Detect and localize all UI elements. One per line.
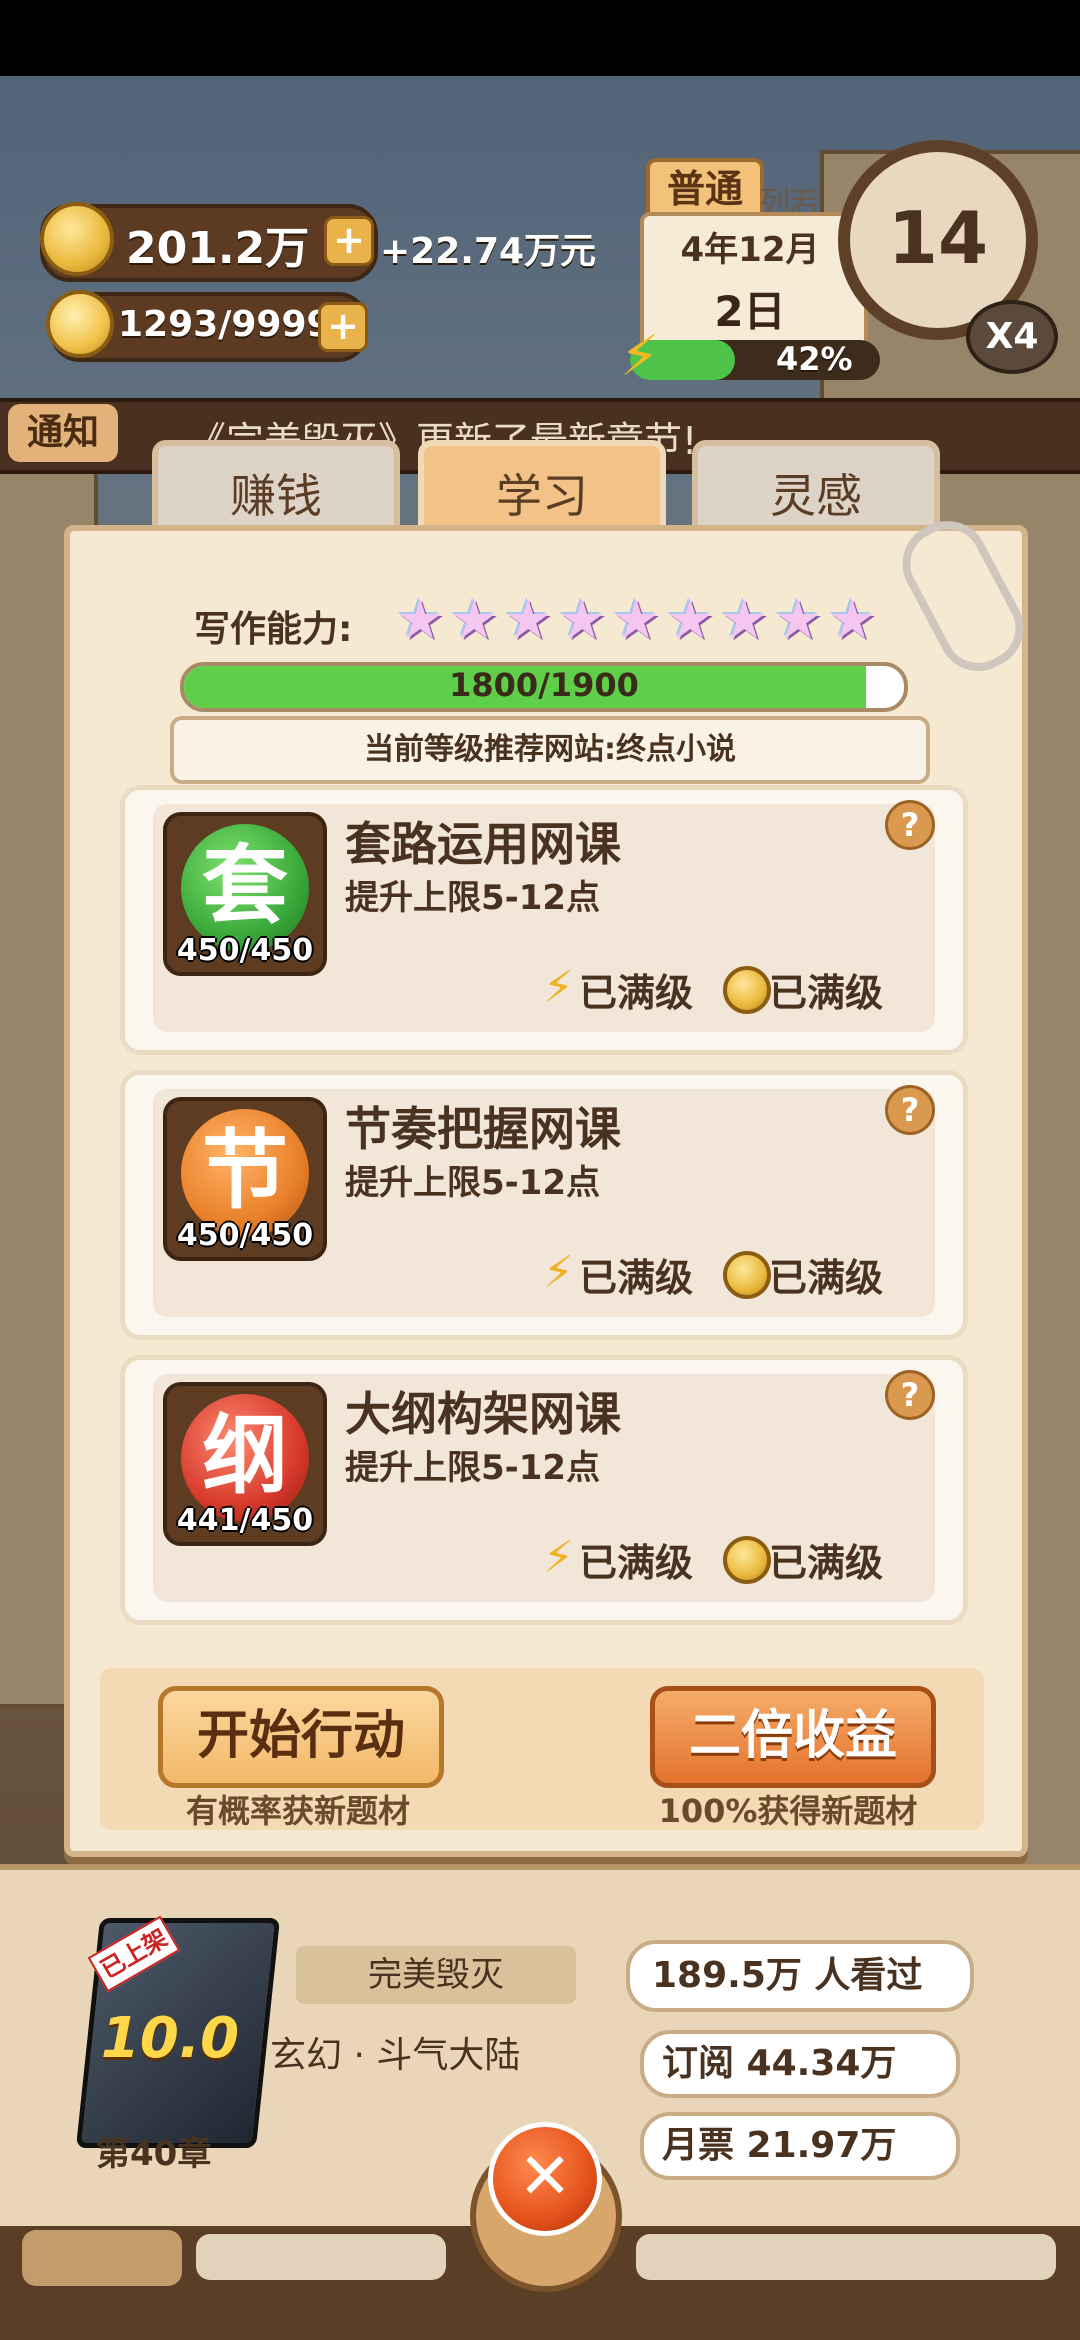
star-icon: ★ <box>666 588 715 651</box>
bottom-nav-slot[interactable] <box>636 2234 1056 2280</box>
start-action-button[interactable]: 开始行动 <box>158 1686 444 1788</box>
bottom-nav-slot[interactable] <box>22 2230 182 2286</box>
double-reward-button[interactable]: 二倍收益 <box>650 1686 936 1788</box>
double-reward-hint: 100%获得新题材 <box>658 1792 918 1830</box>
energy-icon: ⚡ <box>543 1532 574 1583</box>
star-icon: ★ <box>612 588 661 651</box>
time-energy-percent: 42% <box>776 340 853 378</box>
speed-button[interactable]: X4 <box>966 300 1058 374</box>
help-icon[interactable]: ? <box>885 800 935 850</box>
book-rating: 10.0 <box>100 2006 240 2071</box>
energy-count: 1293/9999 <box>118 304 332 345</box>
course-icon-frame[interactable]: 纲 441/450 <box>163 1382 327 1546</box>
coin-status: 已满级 <box>769 971 884 1015</box>
energy-status: 已满级 <box>579 1256 694 1300</box>
course-card: 节 450/450 节奏把握网课 提升上限5-12点 ? ⚡ 已满级 已满级 <box>120 1070 968 1340</box>
coin-icon <box>40 202 114 276</box>
coin-status: 已满级 <box>769 1256 884 1300</box>
lightbulb-icon <box>46 290 114 358</box>
course-title: 大纲构架网课 <box>345 1387 621 1441</box>
close-button[interactable]: ✕ <box>488 2122 602 2236</box>
course-description: 提升上限5-12点 <box>345 1448 601 1488</box>
energy-icon: ⚡ <box>543 1247 574 1298</box>
course-description: 提升上限5-12点 <box>345 1163 601 1203</box>
course-icon-frame[interactable]: 套 450/450 <box>163 812 327 976</box>
clock-value: 14 <box>887 196 989 280</box>
book-genre: 玄幻 · 斗气大陆 <box>270 2035 521 2076</box>
bolt-icon: ⚡ <box>620 324 660 389</box>
coin-amount: 201.2万 <box>126 223 310 274</box>
course-level-count: 441/450 <box>176 1503 314 1538</box>
coin-icon <box>723 1251 771 1299</box>
ability-stars: ★ ★ ★ ★ ★ ★ ★ ★ ★ <box>396 592 882 648</box>
add-energy-button[interactable]: + <box>318 302 368 352</box>
start-action-hint: 有概率获新题材 <box>185 1792 410 1830</box>
energy-status: 已满级 <box>579 1541 694 1585</box>
monthly-votes-count: 月票 21.97万 <box>640 2112 960 2180</box>
star-icon: ★ <box>828 588 877 651</box>
course-card: 套 450/450 套路运用网课 提升上限5-12点 ? ⚡ 已满级 已满级 <box>120 785 968 1055</box>
coin-icon <box>723 1536 771 1584</box>
star-icon: ★ <box>504 588 553 651</box>
help-icon[interactable]: ? <box>885 1085 935 1135</box>
add-coins-button[interactable]: + <box>324 216 374 266</box>
course-description: 提升上限5-12点 <box>345 878 601 918</box>
energy-icon: ⚡ <box>543 962 574 1013</box>
bottom-nav-slot[interactable] <box>196 2234 446 2280</box>
date-month: 4年12月 <box>680 230 820 270</box>
income-rate: +22.74万元 <box>380 231 597 272</box>
course-level-count: 450/450 <box>176 1218 314 1253</box>
energy-status: 已满级 <box>579 971 694 1015</box>
book-chapter: 第40章 <box>96 2134 212 2174</box>
ability-progress-text: 1800/1900 <box>449 666 639 704</box>
course-title: 节奏把握网课 <box>345 1102 621 1156</box>
coin-icon <box>723 966 771 1014</box>
course-level-count: 450/450 <box>176 933 314 968</box>
course-icon-frame[interactable]: 节 450/450 <box>163 1097 327 1261</box>
star-icon: ★ <box>774 588 823 651</box>
star-icon: ★ <box>450 588 499 651</box>
recommended-site: 当前等级推荐网站:终点小说 <box>170 716 930 784</box>
help-icon[interactable]: ? <box>885 1370 935 1420</box>
subscriptions-count: 订阅 44.34万 <box>640 2030 960 2098</box>
course-title: 套路运用网课 <box>345 817 621 871</box>
star-icon: ★ <box>558 588 607 651</box>
views-count: 189.5万 人看过 <box>626 1940 974 2012</box>
notice-label: 通知 <box>8 404 118 462</box>
course-card: 纲 441/450 大纲构架网课 提升上限5-12点 ? ⚡ 已满级 已满级 <box>120 1355 968 1625</box>
book-title: 完美毁灭 <box>296 1946 576 2004</box>
star-icon: ★ <box>396 588 445 651</box>
date-day: 2日 <box>714 287 786 336</box>
writing-ability-label: 写作能力: <box>194 609 353 650</box>
star-icon: ★ <box>720 588 769 651</box>
coin-status: 已满级 <box>769 1541 884 1585</box>
